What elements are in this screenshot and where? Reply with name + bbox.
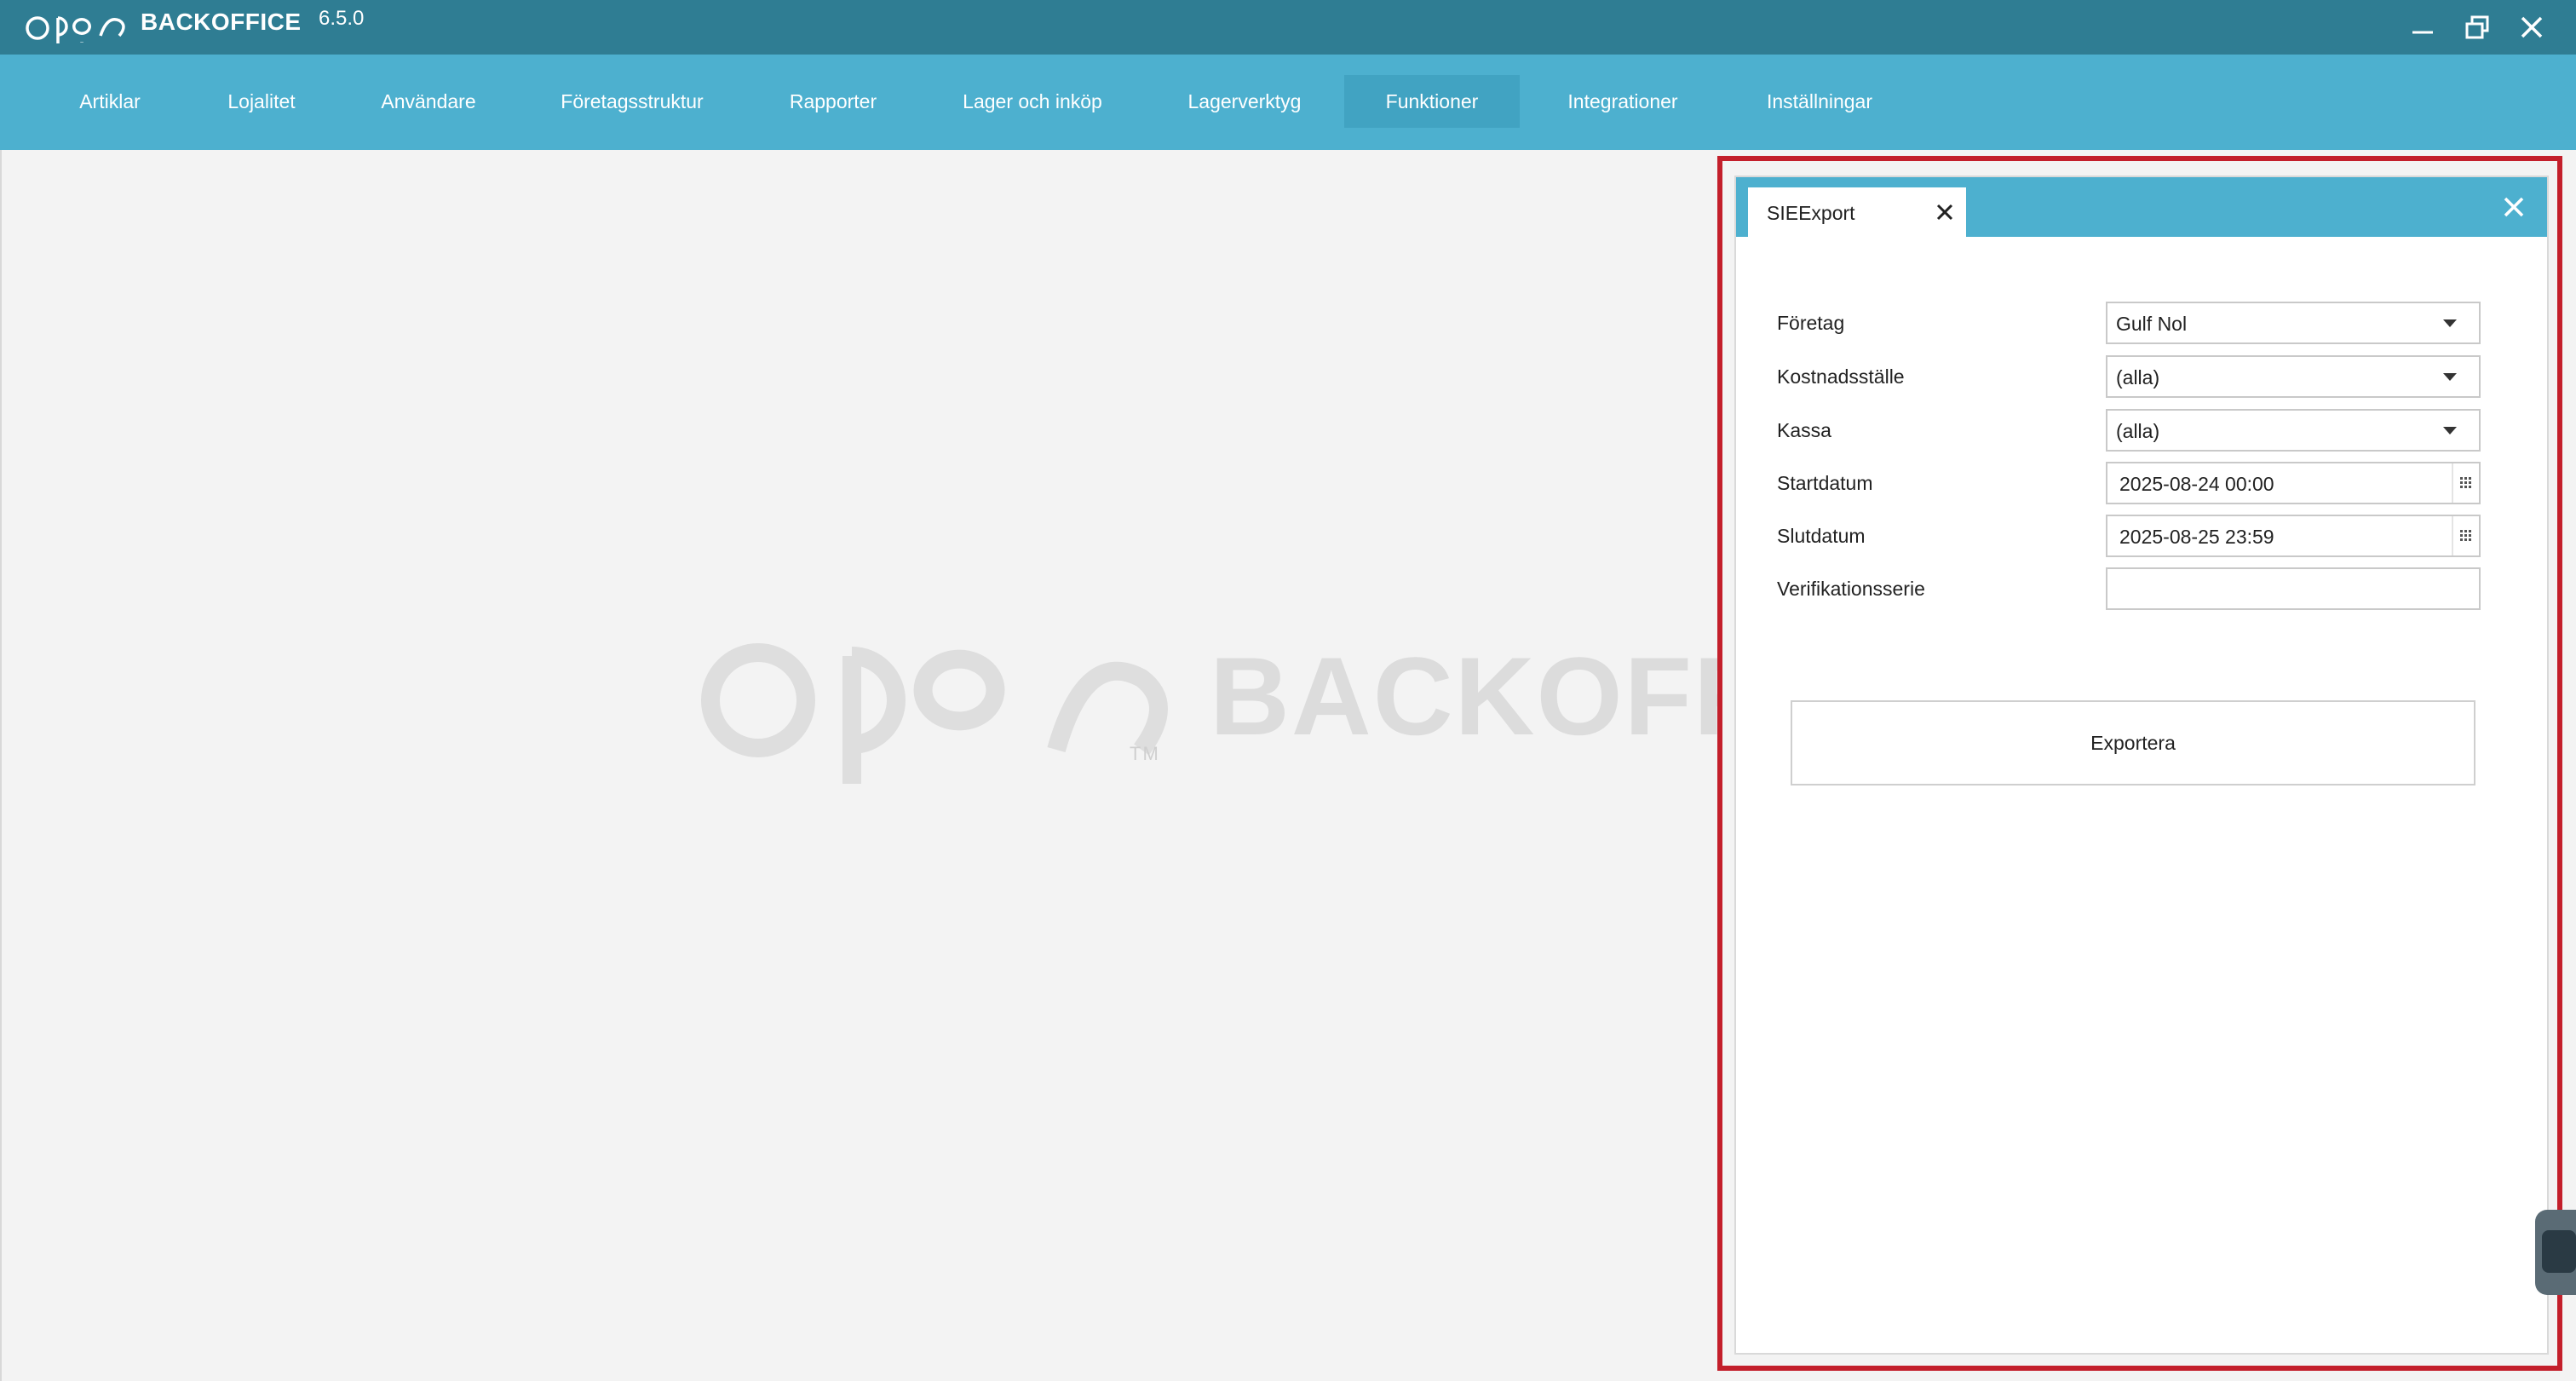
startdatum-field[interactable]: 2025-08-24 00:00 [2106, 462, 2481, 504]
kostnadsstalle-label: Kostnadsställe [1777, 365, 1905, 388]
startdatum-label: Startdatum [1777, 472, 1873, 494]
menu-item-anvandare[interactable]: Användare [358, 75, 499, 128]
calendar-grid-icon [2460, 530, 2471, 541]
remote-support-icon [2542, 1230, 2576, 1273]
app-name: BACKOFFICE [141, 9, 302, 35]
minimize-icon [2412, 31, 2433, 34]
title-bar: ~ BACKOFFICE 6.5.0 [0, 0, 2576, 55]
chevron-down-icon [2443, 427, 2457, 434]
menu-item-funktioner[interactable]: Funktioner [1344, 75, 1520, 128]
startdatum-value: 2025-08-24 00:00 [2119, 473, 2274, 495]
slutdatum-value: 2025-08-25 23:59 [2119, 526, 2274, 548]
foretag-select[interactable]: Gulf Nol [2106, 302, 2481, 344]
close-icon [2521, 16, 2543, 38]
chevron-down-icon [2443, 319, 2457, 327]
exportera-button[interactable]: Exportera [1791, 700, 2475, 785]
foretag-label: Företag [1777, 312, 1845, 334]
restore-button[interactable] [2450, 0, 2504, 55]
slutdatum-field[interactable]: 2025-08-25 23:59 [2106, 515, 2481, 557]
chevron-down-icon [2443, 373, 2457, 381]
kassa-label: Kassa [1777, 419, 1831, 441]
kostnadsstalle-value: (alla) [2116, 366, 2160, 388]
menu-item-artiklar[interactable]: Artiklar [55, 75, 165, 128]
menu-item-foretagsstruktur[interactable]: Företagsstruktur [542, 75, 722, 128]
verifikationsserie-input[interactable] [2107, 569, 2479, 608]
tab-sieexport[interactable]: SIEExport [1748, 187, 1966, 237]
menu-item-rapporter[interactable]: Rapporter [765, 75, 901, 128]
dialog-close-icon[interactable] [2499, 193, 2528, 222]
minimize-button[interactable] [2395, 0, 2450, 55]
dialog-header: SIEExport [1736, 177, 2547, 237]
sie-export-dialog: SIEExport Företag Gulf Nol Kostnadsställ… [1734, 176, 2549, 1355]
verifikationsserie-field[interactable] [2106, 567, 2481, 610]
menu-item-integrationer[interactable]: Integrationer [1549, 75, 1697, 128]
menu-item-installningar[interactable]: Inställningar [1753, 75, 1886, 128]
menu-item-lagerverktyg[interactable]: Lagerverktyg [1165, 75, 1324, 128]
menu-item-lojalitet[interactable]: Lojalitet [203, 75, 320, 128]
menu-item-lager-och-inkop[interactable]: Lager och inköp [944, 75, 1121, 128]
kostnadsstalle-select[interactable]: (alla) [2106, 355, 2481, 398]
calendar-grid-icon [2460, 477, 2471, 488]
open-logo-watermark-icon [701, 643, 1168, 784]
foretag-value: Gulf Nol [2116, 313, 2188, 335]
main-menu: Artiklar Lojalitet Användare Företagsstr… [0, 55, 2576, 150]
app-version: 6.5.0 [319, 7, 365, 30]
remote-support-widget[interactable] [2535, 1210, 2576, 1295]
window-close-button[interactable] [2504, 0, 2559, 55]
open-logo-icon: ~ [26, 16, 125, 46]
calendar-button[interactable] [2452, 516, 2479, 555]
restore-icon [2465, 15, 2489, 39]
kassa-select[interactable]: (alla) [2106, 409, 2481, 452]
tab-close-icon[interactable] [1934, 201, 1956, 223]
watermark-tm: TM [1130, 743, 1160, 764]
svg-text:~: ~ [80, 40, 83, 46]
watermark: BACKOFFICE TM [699, 622, 1721, 792]
kassa-value: (alla) [2116, 420, 2160, 442]
watermark-text: BACKOFFICE [1210, 634, 1721, 758]
tab-label: SIEExport [1767, 202, 1855, 224]
verifikationsserie-label: Verifikationsserie [1777, 578, 1925, 600]
calendar-button[interactable] [2452, 463, 2479, 503]
slutdatum-label: Slutdatum [1777, 525, 1866, 547]
